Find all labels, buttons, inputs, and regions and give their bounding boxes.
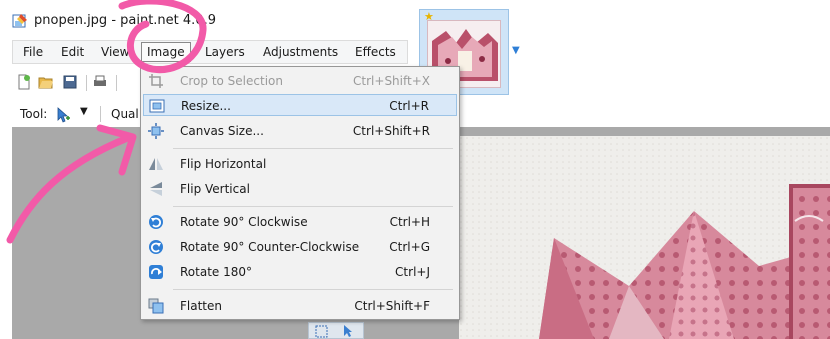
- menu-item-flip-vertical[interactable]: Flip Vertical: [143, 178, 457, 200]
- title-bar: pnopen.jpg - paint.net 4.0.9: [0, 0, 830, 36]
- menu-image[interactable]: Image: [141, 42, 191, 62]
- canvas-tool-strip: [308, 322, 364, 339]
- menu-item-flip-horizontal[interactable]: Flip Horizontal: [143, 153, 457, 175]
- thumbnail-dropdown-icon[interactable]: ▼: [512, 45, 520, 56]
- toolbar-separator: [86, 75, 87, 91]
- tool-dropdown-icon[interactable]: ▼: [80, 106, 88, 117]
- menu-item-crop-to-selection[interactable]: Crop to Selection Ctrl+Shift+X: [143, 70, 457, 92]
- rotate-cw-icon: [149, 215, 163, 229]
- open-folder-icon[interactable]: [38, 74, 54, 90]
- main-toolbar: [12, 70, 142, 96]
- menu-item-shortcut: Ctrl+Shift+X: [353, 74, 430, 88]
- flip-horizontal-icon: [149, 158, 163, 170]
- flatten-icon: [148, 298, 164, 314]
- menu-item-label: Resize...: [181, 99, 231, 113]
- menu-layers[interactable]: Layers: [201, 44, 249, 60]
- menu-edit[interactable]: Edit: [57, 44, 88, 60]
- toolbar-separator: [100, 106, 101, 122]
- canvas-size-icon: [148, 123, 164, 139]
- menu-item-rotate-90-counter-clockwise[interactable]: Rotate 90° Counter-Clockwise Ctrl+G: [143, 236, 457, 258]
- menu-view[interactable]: View: [97, 44, 133, 60]
- menu-item-label: Rotate 90° Clockwise: [180, 215, 308, 229]
- menu-item-canvas-size[interactable]: Canvas Size... Ctrl+Shift+R: [143, 120, 457, 142]
- menu-item-label: Rotate 180°: [180, 265, 253, 279]
- menu-item-shortcut: Ctrl+J: [395, 265, 430, 279]
- tool-options-bar: Tool: ▼ Qual: [12, 102, 142, 126]
- menu-file[interactable]: File: [19, 44, 47, 60]
- menu-separator: [173, 289, 453, 290]
- save-icon[interactable]: [62, 74, 78, 90]
- menu-item-label: Flip Horizontal: [180, 157, 267, 171]
- resize-icon: [149, 99, 165, 113]
- menu-item-flatten[interactable]: Flatten Ctrl+Shift+F: [143, 295, 457, 317]
- menu-item-rotate-90-clockwise[interactable]: Rotate 90° Clockwise Ctrl+H: [143, 211, 457, 233]
- rotate-ccw-icon: [149, 240, 163, 254]
- menu-effects[interactable]: Effects: [351, 44, 400, 60]
- menu-bar: File Edit View Image Layers Adjustments …: [12, 40, 408, 64]
- menu-item-label: Rotate 90° Counter-Clockwise: [180, 240, 360, 254]
- menu-item-label: Flatten: [180, 299, 222, 313]
- menu-item-label: Canvas Size...: [180, 124, 264, 138]
- flip-vertical-icon: [150, 182, 162, 196]
- menu-separator: [173, 206, 453, 207]
- window-title: pnopen.jpg - paint.net 4.0.9: [34, 13, 216, 28]
- rectangle-select-icon[interactable]: [315, 325, 328, 338]
- menu-item-shortcut: Ctrl+G: [389, 240, 430, 254]
- menu-item-resize[interactable]: Resize... Ctrl+R: [143, 94, 457, 116]
- menu-item-shortcut: Ctrl+Shift+R: [352, 124, 430, 138]
- quality-label: Qual: [111, 107, 139, 121]
- tool-label: Tool:: [20, 107, 48, 121]
- canvas-image[interactable]: [459, 136, 830, 339]
- menu-item-rotate-180[interactable]: Rotate 180° Ctrl+J: [143, 261, 457, 283]
- print-icon[interactable]: [92, 74, 108, 90]
- menu-item-label: Crop to Selection: [180, 74, 283, 88]
- menu-adjustments[interactable]: Adjustments: [259, 44, 342, 60]
- menu-separator: [173, 148, 453, 149]
- menu-item-shortcut: Ctrl+R: [389, 99, 429, 113]
- new-image-icon[interactable]: [16, 74, 32, 90]
- select-tool-icon[interactable]: [55, 107, 71, 123]
- crop-icon: [149, 74, 163, 88]
- menu-item-shortcut: Ctrl+H: [389, 215, 430, 229]
- rotate-180-icon: [149, 265, 163, 279]
- move-tool-icon[interactable]: [341, 324, 355, 338]
- menu-item-shortcut: Ctrl+Shift+F: [354, 299, 430, 313]
- toolbar-separator: [116, 75, 117, 91]
- paint-net-app-icon: [12, 14, 27, 28]
- image-menu-dropdown: Crop to Selection Ctrl+Shift+X Resize...…: [140, 66, 460, 320]
- menu-item-label: Flip Vertical: [180, 182, 250, 196]
